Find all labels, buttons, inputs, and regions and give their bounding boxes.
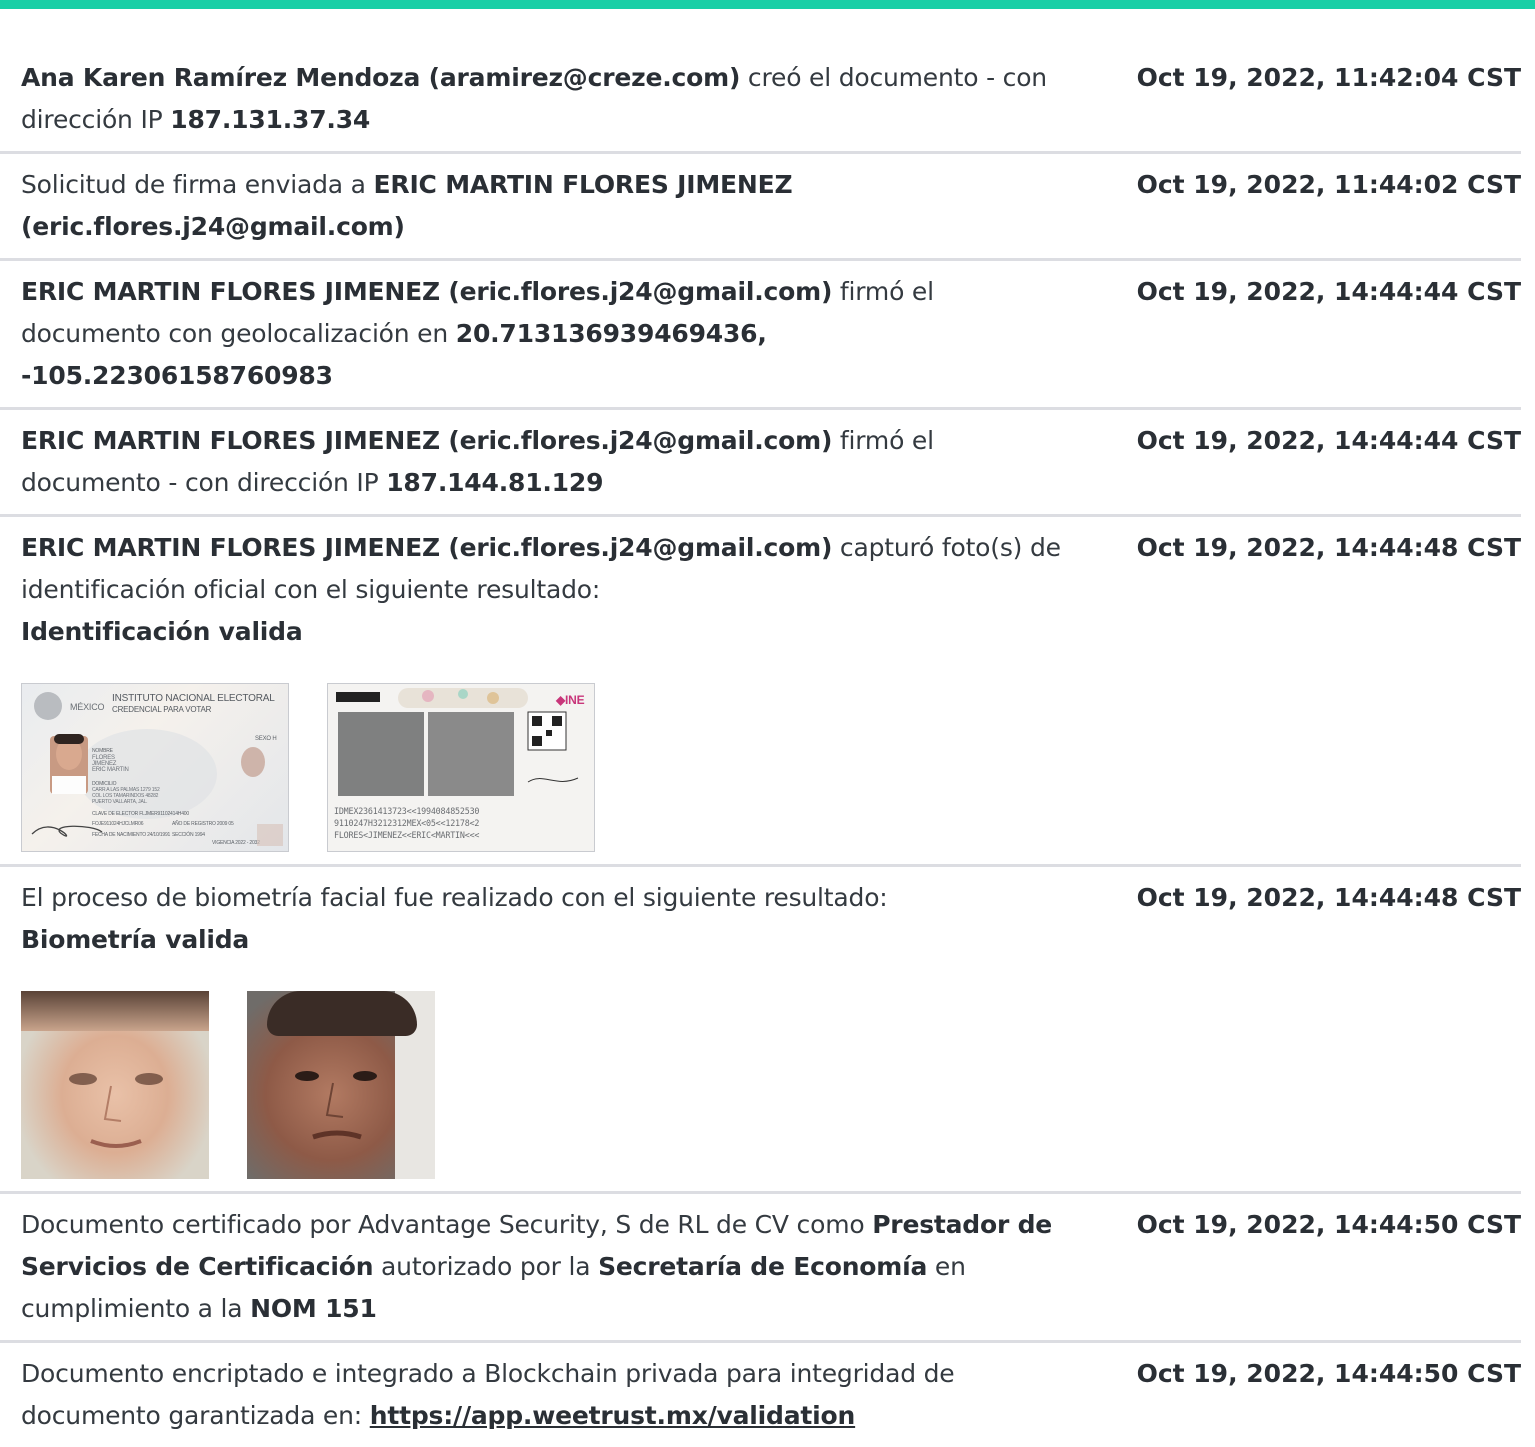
audit-log-entry: Documento encriptado e integrado a Block… <box>0 1343 1521 1447</box>
accent-bar <box>0 0 1535 9</box>
id-curp: FOJE911024HJCLMR06 <box>92 821 144 827</box>
audit-log-entry: ERIC MARTIN FLORES JIMENEZ (eric.flores.… <box>0 517 1521 867</box>
id-sex: SEXO H <box>255 736 276 742</box>
audit-log-entry: Solicitud de firma enviada a ERIC MARTIN… <box>0 154 1521 261</box>
audit-log: Ana Karen Ramírez Mendoza (aramirez@crez… <box>0 47 1521 1447</box>
audit-log-entry: El proceso de biometría facial fue reali… <box>0 867 1521 1194</box>
entry-timestamp: Oct 19, 2022, 14:44:44 CST <box>1136 426 1521 455</box>
entry-description: ERIC MARTIN FLORES JIMENEZ (eric.flores.… <box>21 271 1081 397</box>
id-registration: AÑO DE REGISTRO 2009 05 <box>172 820 234 827</box>
entry-timestamp: Oct 19, 2022, 14:44:50 CST <box>1136 1359 1521 1388</box>
ine-logo-text: ◆INE <box>555 693 585 707</box>
entry-highlight: 187.144.81.129 <box>386 468 604 497</box>
id-name-label: NOMBRE <box>92 748 114 754</box>
id-country: MÉXICO <box>70 702 105 712</box>
entry-highlight: Identificación valida <box>21 617 303 646</box>
entry-text: autorizado por la <box>373 1252 599 1281</box>
id-section: SECCIÓN 1994 <box>172 831 205 838</box>
id-card-back-image: ◆INE IDMEX2361413723<<1994084852530 9110… <box>327 683 595 852</box>
entry-highlight: Biometría valida <box>21 925 250 954</box>
id-photos: MÉXICO INSTITUTO NACIONAL ELECTORAL CRED… <box>21 683 1081 852</box>
entry-timestamp: Oct 19, 2022, 11:42:04 CST <box>1136 63 1521 92</box>
entry-highlight: ERIC MARTIN FLORES JIMENEZ (eric.flores.… <box>21 533 833 562</box>
entry-highlight: Ana Karen Ramírez Mendoza (aramirez@crez… <box>21 63 741 92</box>
entry-description: Documento certificado por Advantage Secu… <box>21 1204 1081 1330</box>
entry-timestamp: Oct 19, 2022, 11:44:02 CST <box>1136 170 1521 199</box>
entry-highlight: ERIC MARTIN FLORES JIMENEZ (eric.flores.… <box>21 426 833 455</box>
entry-text: El proceso de biometría facial fue reali… <box>21 883 888 912</box>
audit-log-entry: Documento certificado por Advantage Secu… <box>0 1194 1521 1343</box>
id-card-title: CREDENCIAL PARA VOTAR <box>112 705 212 714</box>
id-card-back-graphic: ◆INE IDMEX2361413723<<1994084852530 9110… <box>334 688 585 840</box>
audit-log-entry: Ana Karen Ramírez Mendoza (aramirez@crez… <box>0 47 1521 154</box>
id-institute: INSTITUTO NACIONAL ELECTORAL <box>112 693 275 704</box>
entry-description: El proceso de biometría facial fue reali… <box>21 877 1081 1181</box>
mrz-line: 9110247H3212312MEX<05<<12178<2 <box>334 818 479 828</box>
entry-description: Documento encriptado e integrado a Block… <box>21 1353 1081 1437</box>
validation-link[interactable]: https://app.weetrust.mx/validation <box>370 1401 856 1430</box>
id-name-line: ERIC MARTIN <box>92 767 129 773</box>
entry-text: Solicitud de firma enviada a <box>21 170 374 199</box>
id-address-line: PUERTO VALLARTA, JAL. <box>92 799 147 805</box>
audit-log-entry: ERIC MARTIN FLORES JIMENEZ (eric.flores.… <box>0 261 1521 410</box>
entry-description: ERIC MARTIN FLORES JIMENEZ (eric.flores.… <box>21 420 1081 504</box>
selfie-face-photo <box>247 991 435 1179</box>
id-face-photo <box>21 991 209 1179</box>
id-card-front-image: MÉXICO INSTITUTO NACIONAL ELECTORAL CRED… <box>21 683 289 852</box>
id-card-front-graphic: MÉXICO INSTITUTO NACIONAL ELECTORAL CRED… <box>31 692 283 846</box>
audit-log-entry: ERIC MARTIN FLORES JIMENEZ (eric.flores.… <box>0 410 1521 517</box>
id-validity: VIGENCIA 2022 - 2032 <box>212 840 260 846</box>
mrz-line: IDMEX2361413723<<1994084852530 <box>334 806 479 816</box>
id-elector-key: CLAVE DE ELECTOR FLJMER91102414H400 <box>92 811 189 817</box>
id-birthdate: FECHA DE NACIMIENTO 24/10/1991 <box>92 832 171 838</box>
entry-highlight: ERIC MARTIN FLORES JIMENEZ (eric.flores.… <box>21 277 833 306</box>
entry-description: Solicitud de firma enviada a ERIC MARTIN… <box>21 164 1081 248</box>
entry-timestamp: Oct 19, 2022, 14:44:48 CST <box>1136 883 1521 912</box>
biometric-photos <box>21 991 1081 1179</box>
entry-highlight: Secretaría de Economía <box>598 1252 928 1281</box>
mrz-line: FLORES<JIMENEZ<<ERIC<MARTIN<<< <box>334 830 479 840</box>
entry-timestamp: Oct 19, 2022, 14:44:48 CST <box>1136 533 1521 562</box>
entry-highlight: 187.131.37.34 <box>170 105 371 134</box>
entry-description: Ana Karen Ramírez Mendoza (aramirez@crez… <box>21 57 1081 141</box>
entry-timestamp: Oct 19, 2022, 14:44:44 CST <box>1136 277 1521 306</box>
entry-timestamp: Oct 19, 2022, 14:44:50 CST <box>1136 1210 1521 1239</box>
entry-highlight: NOM 151 <box>250 1294 377 1323</box>
entry-description: ERIC MARTIN FLORES JIMENEZ (eric.flores.… <box>21 527 1081 854</box>
entry-text: Documento certificado por Advantage Secu… <box>21 1210 873 1239</box>
